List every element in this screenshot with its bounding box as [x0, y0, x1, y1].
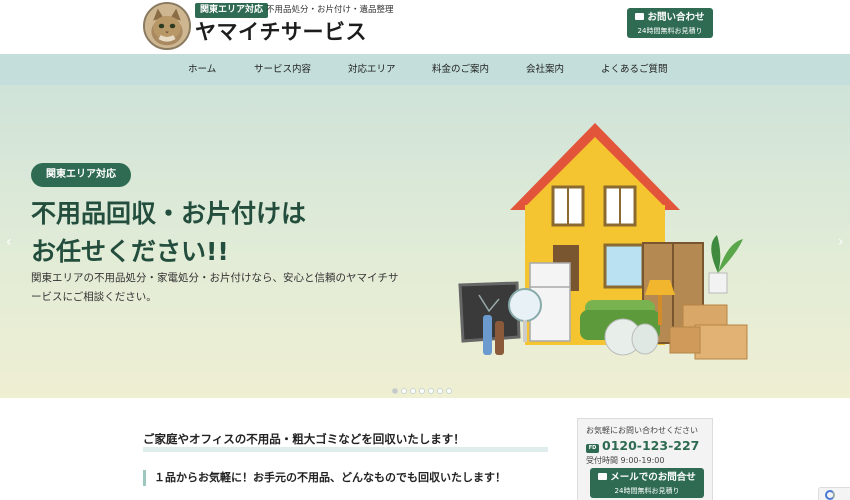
contact-button-label-row: お問い合わせ [627, 8, 713, 26]
nav-item-faq[interactable]: よくあるご質問 [601, 54, 668, 85]
site-name[interactable]: ヤマイチサービス [195, 19, 367, 45]
main-nav: ホーム サービス内容 対応エリア 料金のご案内 会社案内 よくあるご質問 [0, 54, 850, 85]
hero-description: 関東エリアの不用品処分・家電処分・お片付けなら、安心と信頼のヤマイチサービスにご… [31, 272, 399, 303]
house-illustration [458, 123, 748, 360]
recaptcha-logo [825, 490, 835, 500]
sidebar-hours: 受付時間 9:00-19:00 [586, 456, 665, 465]
slider-dot[interactable] [401, 388, 407, 394]
sidebar-contact-box: お気軽にお問い合わせください FD 0120-123-227 受付時間 9:00-… [577, 418, 713, 500]
slider-dot[interactable] [419, 388, 425, 394]
hero-slider: ‹ › 関東エリア対応 不用品回収・お片付けは お任せください!! 関東エリアの… [0, 85, 850, 398]
slider-dot[interactable] [410, 388, 416, 394]
sidebar-note: お気軽にお問い合わせください [586, 426, 698, 435]
mail-button-label: メールでのお問合せ [610, 472, 696, 483]
freedial-icon: FD [586, 444, 599, 453]
slider-dot[interactable] [428, 388, 434, 394]
mail-button-sub: 24時間無料お見積り [614, 487, 680, 495]
nav-item-area[interactable]: 対応エリア [348, 54, 396, 85]
hero-title-line2: お任せください!! [31, 237, 229, 266]
nav-item-home[interactable]: ホーム [188, 54, 216, 85]
contact-button[interactable]: お問い合わせ 24時間無料お見積り [627, 8, 713, 38]
mail-contact-button[interactable]: メールでのお問合せ 24時間無料お見積り [590, 468, 704, 498]
slider-dot[interactable] [446, 388, 452, 394]
section-title: ご家庭やオフィスの不用品・粗大ゴミなどを回収いたします！ [143, 430, 548, 452]
contact-button-label: お問い合わせ [647, 12, 705, 23]
slider-dots [392, 388, 452, 394]
sidebar-phone-row[interactable]: FD 0120-123-227 [586, 438, 699, 454]
slider-next-arrow[interactable]: › [838, 235, 848, 249]
sidebar-phone: 0120-123-227 [602, 438, 700, 453]
nav-item-services[interactable]: サービス内容 [254, 54, 311, 85]
hero-title-line1: 不用品回収・お片付けは [31, 199, 307, 228]
nav-item-company[interactable]: 会社案内 [526, 54, 564, 85]
cat-logo-icon[interactable] [143, 2, 191, 50]
site-header: 関東エリア対応 不用品処分・お片付け・遺品整理 ヤマイチサービス お問い合わせ … [0, 0, 850, 54]
mail-icon [598, 473, 608, 480]
hero-area-badge: 関東エリア対応 [31, 163, 131, 187]
mail-icon [635, 13, 645, 20]
area-badge: 関東エリア対応 [195, 3, 269, 18]
site-tagline: 不用品処分・お片付け・遺品整理 [266, 5, 394, 15]
slider-dot[interactable] [437, 388, 443, 394]
section-subtitle: １品からお気軽に！お手元の不用品、どんなものでも回収いたします！ [143, 470, 506, 486]
nav-item-pricing[interactable]: 料金のご案内 [432, 54, 489, 85]
recaptcha-icon[interactable] [818, 487, 850, 500]
contact-button-sub: 24時間無料お見積り [637, 27, 703, 35]
slider-dot[interactable] [392, 388, 398, 394]
mail-button-label-row: メールでのお問合せ [590, 468, 704, 486]
slider-prev-arrow[interactable]: ‹ [6, 235, 16, 249]
